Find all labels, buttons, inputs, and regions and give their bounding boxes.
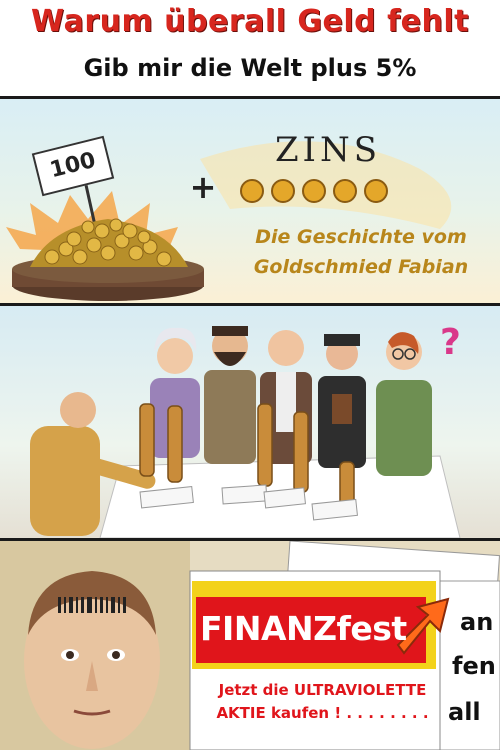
panel-table-scene (0, 306, 500, 541)
story-title: Die Geschichte vom Goldschmied Fabian (230, 222, 492, 282)
person-hat-man (318, 334, 366, 468)
zins-heading: ZINS (274, 130, 382, 170)
newspaper-ad-line2: AKTIE kaufen ! . . . . . . . . (216, 704, 429, 722)
table-scene-illustration (30, 326, 461, 538)
side-paper-text1: an (460, 608, 494, 636)
newspaper-title: FINANZfest (200, 609, 407, 648)
person-green-man (376, 332, 432, 476)
poster-subtitle: Gib mir die Welt plus 5% (83, 54, 417, 82)
plus-sign: + (189, 168, 217, 206)
poster-title: Warum überall Geld fehlt (31, 4, 469, 39)
newspaper-ad-line1: Jetzt die ULTRAVIOLETTE (218, 681, 427, 699)
barcode-man (0, 541, 190, 750)
side-paper-text3: all (448, 698, 481, 726)
movie-poster: Warum überall Geld fehlt Gib mir die Wel… (0, 0, 500, 750)
side-paper-text2: fen (452, 652, 496, 680)
question-mark: ? (440, 322, 461, 363)
story-title-line2: Goldschmied Fabian (253, 256, 469, 278)
poster-header: Warum überall Geld fehlt Gib mir die Wel… (0, 0, 500, 99)
story-title-line1: Die Geschichte vom (255, 226, 467, 248)
person-bearded-man (204, 326, 256, 464)
